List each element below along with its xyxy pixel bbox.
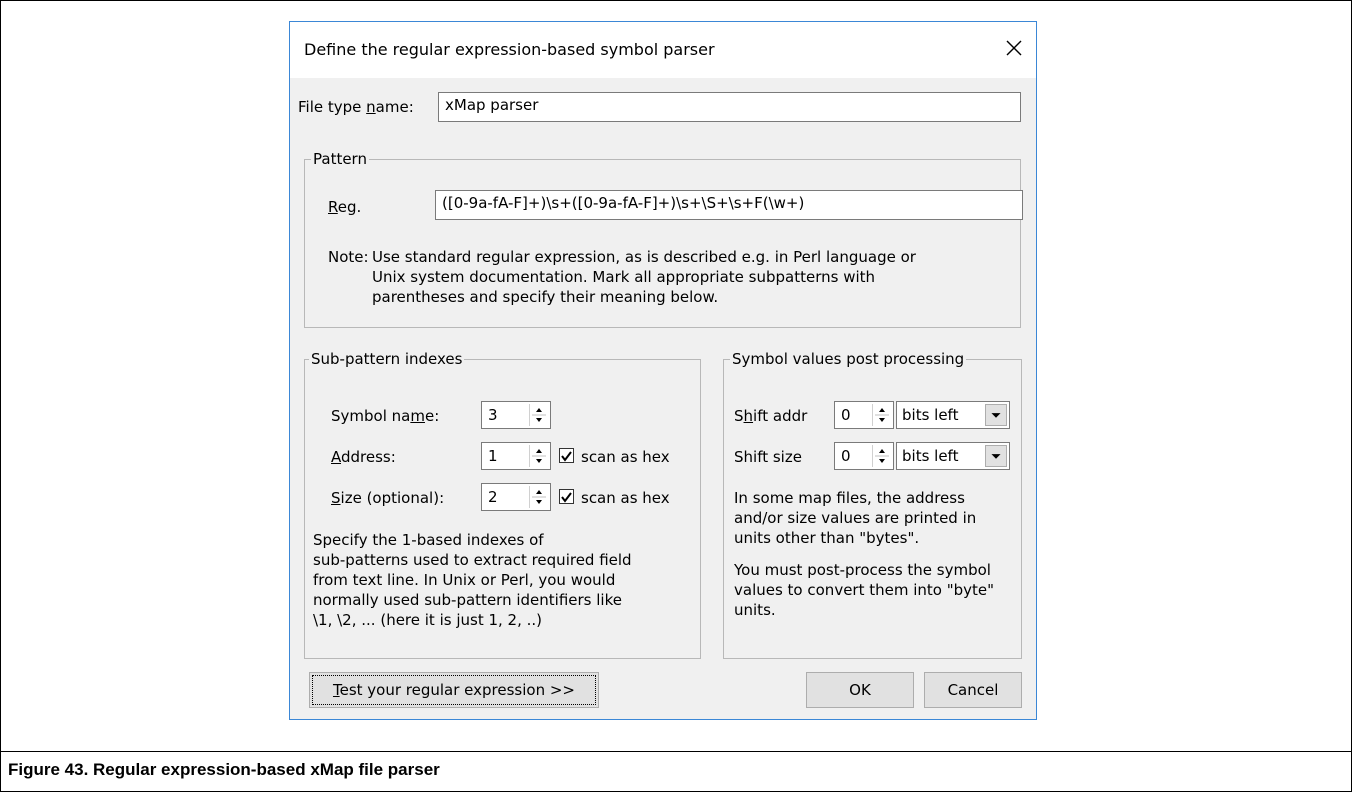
shift-addr-label: Shift addr: [734, 407, 808, 425]
shift-addr-value: 0: [841, 406, 851, 424]
address-value: 1: [488, 447, 498, 465]
subpattern-group-legend: Sub-pattern indexes: [309, 350, 465, 368]
pattern-group-legend: Pattern: [311, 150, 369, 168]
shift-addr-unit-select[interactable]: bits left: [896, 401, 1010, 429]
help-line: normally used sub-pattern identifiers li…: [313, 591, 622, 609]
address-hex-checkbox[interactable]: [559, 448, 574, 463]
reg-label: Reg.: [328, 198, 362, 216]
ok-button[interactable]: OK: [806, 672, 914, 708]
info-line: units.: [734, 601, 776, 619]
file-type-name-input[interactable]: xMap parser: [438, 92, 1021, 122]
parser-dialog: Define the regular expression-based symb…: [289, 21, 1037, 720]
close-icon[interactable]: [1002, 36, 1026, 60]
size-spinner[interactable]: 2: [481, 483, 551, 511]
figure-caption: Figure 43. Regular expression-based xMap…: [8, 760, 440, 779]
pattern-group: Pattern Reg. ([0-9a-fA-F]+)\s+([0-9a-fA-…: [304, 150, 1023, 328]
spinner-arrows-icon[interactable]: [872, 404, 891, 426]
shift-size-value: 0: [841, 447, 851, 465]
spinner-arrows-icon[interactable]: [529, 404, 548, 426]
info-line: and/or size values are printed in: [734, 509, 977, 527]
post-info-text-2: You must post-process the symbol values …: [734, 560, 994, 620]
size-value: 2: [488, 488, 498, 506]
dialog-titlebar: Define the regular expression-based symb…: [290, 22, 1036, 78]
size-hex-checkbox[interactable]: [559, 489, 574, 504]
address-hex-label: scan as hex: [581, 448, 670, 466]
spinner-arrows-icon[interactable]: [529, 486, 548, 508]
shift-addr-spinner[interactable]: 0: [834, 401, 894, 429]
test-regex-button[interactable]: Test your regular expression >>: [309, 672, 599, 708]
regex-input[interactable]: ([0-9a-fA-F]+)\s+([0-9a-fA-F]+)\s+\S+\s+…: [435, 190, 1023, 220]
note-prefix: Note:: [328, 248, 369, 266]
spinner-arrows-icon[interactable]: [872, 445, 891, 467]
symbol-name-value: 3: [488, 406, 498, 424]
chevron-down-icon[interactable]: [985, 445, 1007, 467]
cancel-button[interactable]: Cancel: [924, 672, 1022, 708]
info-line: You must post-process the symbol: [734, 561, 991, 579]
caption-divider: [1, 751, 1351, 752]
shift-size-spinner[interactable]: 0: [834, 442, 894, 470]
info-line: In some map files, the address: [734, 489, 965, 507]
help-line: sub-patterns used to extract required fi…: [313, 551, 632, 569]
check-icon: [561, 451, 572, 462]
info-line: units other than "bytes".: [734, 529, 920, 547]
size-hex-label: scan as hex: [581, 489, 670, 507]
address-spinner[interactable]: 1: [481, 442, 551, 470]
post-info-text-1: In some map files, the address and/or si…: [734, 488, 976, 548]
shift-size-unit: bits left: [902, 447, 959, 465]
note-line-3: parentheses and specify their meaning be…: [372, 288, 719, 306]
note-line-1: Use standard regular expression, as is d…: [372, 248, 916, 266]
shift-size-unit-select[interactable]: bits left: [896, 442, 1010, 470]
help-line: Specify the 1-based indexes of: [313, 531, 544, 549]
shift-size-label: Shift size: [734, 448, 802, 466]
symbol-name-label: Symbol name:: [331, 407, 440, 425]
info-line: values to convert them into "byte": [734, 581, 995, 599]
help-line: from text line. In Unix or Perl, you wou…: [313, 571, 616, 589]
spinner-arrows-icon[interactable]: [529, 445, 548, 467]
chevron-down-icon[interactable]: [985, 404, 1007, 426]
check-icon: [561, 492, 572, 503]
file-type-label: File type name:: [298, 98, 414, 116]
help-line: \1, \2, ... (here it is just 1, 2, ..): [313, 611, 543, 629]
symbol-name-spinner[interactable]: 3: [481, 401, 551, 429]
size-label: Size (optional):: [331, 489, 445, 507]
subpattern-help-text: Specify the 1-based indexes of sub-patte…: [313, 530, 632, 630]
note-line-2: Unix system documentation. Mark all appr…: [372, 268, 876, 286]
post-processing-group: Symbol values post processing Shift addr…: [723, 350, 1022, 659]
shift-addr-unit: bits left: [902, 406, 959, 424]
subpattern-group: Sub-pattern indexes Symbol name: 3 Addre…: [304, 350, 701, 659]
address-label: Address:: [331, 448, 396, 466]
post-processing-legend: Symbol values post processing: [730, 350, 967, 368]
dialog-title: Define the regular expression-based symb…: [304, 40, 715, 59]
